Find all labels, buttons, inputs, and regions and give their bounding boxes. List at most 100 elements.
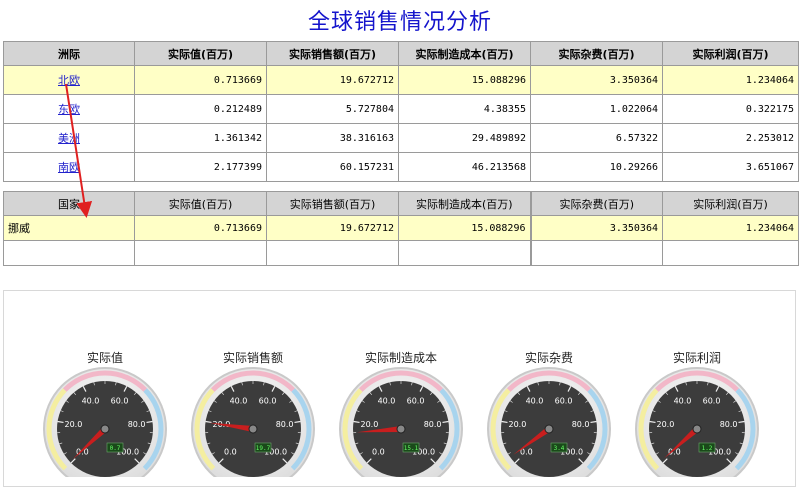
column-header: 实际利润(百万) [662, 41, 799, 66]
gauge-hub [100, 424, 110, 434]
column-header: 实际值(百万) [134, 41, 267, 66]
table-cell: 3.651067 [662, 152, 799, 182]
table-cell: 10.29266 [530, 152, 663, 182]
gauge-actual-profit: 实际利润 0.0 20.0 40.0 60.0 80.0 100.0 1.2 [630, 349, 764, 477]
table-cell [3, 240, 135, 266]
table-cell: 0.713669 [134, 65, 267, 95]
table-cell: 46.213568 [398, 152, 531, 182]
table-row[interactable]: 南欧 2.177399 60.157231 46.213568 10.29266… [3, 152, 799, 182]
table-cell [266, 240, 399, 266]
table-cell [530, 240, 663, 266]
table-cell: 1.022064 [530, 94, 663, 124]
table-cell: 0.322175 [662, 94, 799, 124]
gauge-hub [248, 424, 258, 434]
table-cell: 1.234064 [662, 65, 799, 95]
gauge-tick-label: 60.0 [259, 396, 277, 405]
table-cell: 3.350364 [530, 215, 663, 241]
table-cell: 2.177399 [134, 152, 267, 182]
gauge-actual-value: 实际值 0.0 20.0 40.0 60.0 80.0 100.0 0.7 [38, 349, 172, 477]
table-header-row: 洲际 实际值(百万) 实际销售额(百万) 实际制造成本(百万) 实际杂费(百万)… [3, 41, 799, 66]
table-header-row: 国家 实际值(百万) 实际销售额(百万) 实际制造成本(百万) 实际杂费(百万)… [3, 191, 799, 216]
gauge-tick-label: 60.0 [111, 396, 129, 405]
table-cell: 6.57322 [530, 123, 663, 153]
gauge-tick-label: 80.0 [424, 420, 442, 429]
gauge-label: 实际值 [86, 351, 123, 365]
gauge-actual-manufacturing-cost: 实际制造成本 0.0 20.0 40.0 60.0 80.0 100.0 15.1 [334, 349, 468, 477]
table-cell: 4.38355 [398, 94, 531, 124]
table-cell: 1.234064 [662, 215, 799, 241]
gauge-label: 实际制造成本 [364, 351, 437, 365]
gauge-tick-label: 60.0 [703, 396, 721, 405]
gauge-actual-sales: 实际销售额 0.020.040.060.080.0100.019.7 [186, 349, 320, 477]
gauge-tick-label: 40.0 [674, 396, 692, 405]
gauge-tick-label: 0.0 [224, 448, 237, 457]
table-cell [398, 240, 532, 266]
gauge-readout: 1.2 [702, 445, 713, 452]
table-row[interactable]: 美洲 1.361342 38.316163 29.489892 6.57322 … [3, 123, 799, 153]
gauge-dial: 0.020.040.0 60.080.0100.01.2 [635, 367, 759, 477]
gauge-dial: 0.020.040.0 60.080.0100.015.1 [339, 367, 463, 477]
continent-link-east-europe[interactable]: 东欧 [58, 103, 80, 116]
column-header: 实际杂费(百万) [530, 191, 663, 216]
gauge-tick-label: 40.0 [526, 396, 544, 405]
page-title: 全球销售情况分析 [307, 10, 492, 35]
table-cell: 3.350364 [530, 65, 663, 95]
column-header: 实际销售额(百万) [266, 41, 399, 66]
table-cell: 1.361342 [134, 123, 267, 153]
gauge-tick-label: 20.0 [656, 420, 674, 429]
continent-link-south-europe[interactable]: 南欧 [58, 161, 80, 174]
table-cell: 38.316163 [266, 123, 399, 153]
column-header: 实际杂费(百万) [530, 41, 663, 66]
gauge-tick-label: 60.0 [407, 396, 425, 405]
gauge-tick-label: 80.0 [720, 420, 738, 429]
continent-table: 洲际 实际值(百万) 实际销售额(百万) 实际制造成本(百万) 实际杂费(百万)… [3, 41, 799, 182]
column-header: 国家 [3, 191, 135, 216]
gauge-tick-label: 20.0 [360, 420, 378, 429]
gauge-readout: 0.7 [110, 445, 121, 452]
gauge-readout: 19.7 [256, 445, 271, 452]
gauge-hub [544, 424, 554, 434]
gauge-tick-label: 20.0 [508, 420, 526, 429]
gauge-hub [396, 424, 406, 434]
gauge-label: 实际销售额 [222, 351, 283, 365]
gauge-dial: 0.020.040.060.080.0100.019.7 [191, 367, 315, 477]
table-cell: 0.713669 [134, 215, 267, 241]
gauge-tick-label: 20.0 [64, 420, 82, 429]
continent-link-americas[interactable]: 美洲 [58, 132, 80, 145]
table-row [3, 240, 799, 266]
column-header: 实际值(百万) [134, 191, 267, 216]
gauge-readout: 3.4 [554, 445, 565, 452]
table-cell: 5.727804 [266, 94, 399, 124]
gauge-panel: 实际值 0.0 20.0 40.0 60.0 80.0 100.0 0.7 实际销售额 0.… [3, 290, 796, 487]
gauge-tick-label: 0.0 [372, 448, 385, 457]
table-cell: 15.088296 [398, 215, 532, 241]
gauge-tick-label: 80.0 [572, 420, 590, 429]
column-header: 实际利润(百万) [662, 191, 799, 216]
table-cell: 15.088296 [398, 65, 531, 95]
column-header: 实际销售额(百万) [266, 191, 399, 216]
gauge-tick-label: 60.0 [555, 396, 573, 405]
table-cell: 2.253012 [662, 123, 799, 153]
gauge-hub [692, 424, 702, 434]
table-row[interactable]: 挪威 0.713669 19.672712 15.088296 3.350364… [3, 215, 799, 241]
gauge-dial: 0.020.040.0 60.080.0100.00.7 [43, 367, 167, 477]
table-cell: 60.157231 [266, 152, 399, 182]
gauge-tick-label: 80.0 [128, 420, 146, 429]
table-cell [134, 240, 267, 266]
table-cell: 挪威 [3, 215, 135, 241]
gauge-tick-label: 80.0 [276, 420, 294, 429]
table-cell: 19.672712 [266, 215, 399, 241]
table-row[interactable]: 东欧 0.212489 5.727804 4.38355 1.022064 0.… [3, 94, 799, 124]
gauge-tick-label: 40.0 [82, 396, 100, 405]
column-header: 实际制造成本(百万) [398, 41, 531, 66]
gauge-readout: 15.1 [404, 445, 419, 452]
continent-link-north-europe[interactable]: 北欧 [58, 74, 80, 87]
column-header: 洲际 [3, 41, 135, 66]
table-cell: 0.212489 [134, 94, 267, 124]
table-row[interactable]: 北欧 0.713669 19.672712 15.088296 3.350364… [3, 65, 799, 95]
gauge-tick-label: 40.0 [230, 396, 248, 405]
table-cell: 19.672712 [266, 65, 399, 95]
gauge-dial: 0.020.040.0 60.080.0100.03.4 [487, 367, 611, 477]
gauge-label: 实际利润 [672, 351, 721, 365]
table-cell: 29.489892 [398, 123, 531, 153]
